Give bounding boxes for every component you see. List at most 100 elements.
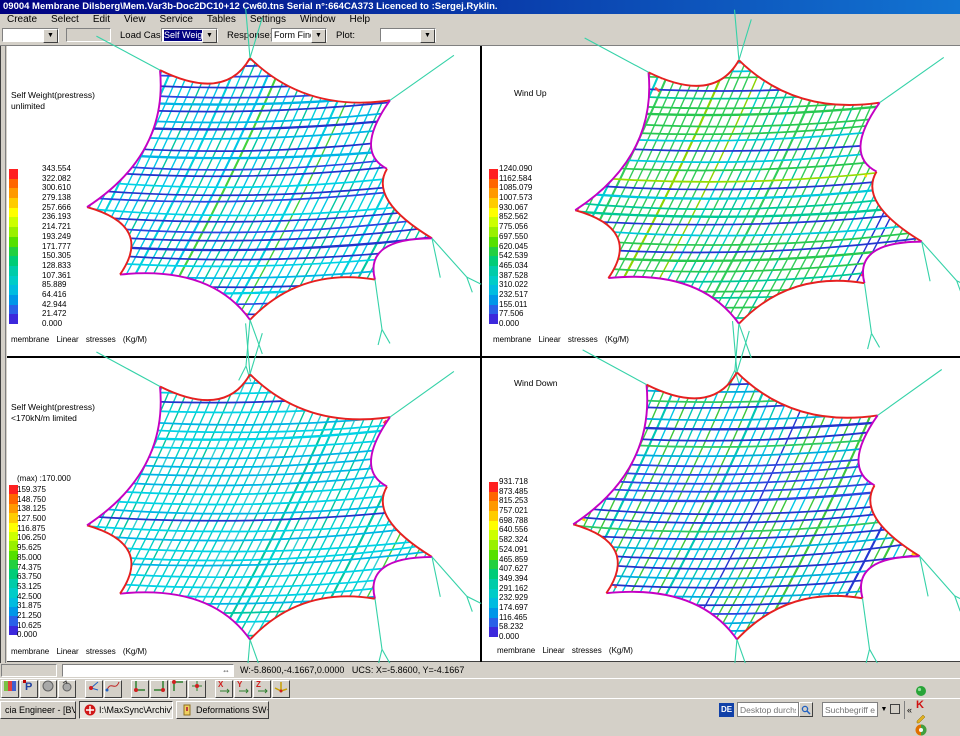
plot-label: Plot: [336, 30, 355, 41]
legend-value: 852.562 [499, 212, 532, 222]
legend-color-step [9, 305, 18, 315]
command-spin-icon[interactable]: ⇔ [220, 666, 232, 675]
legend-value: 0.000 [499, 319, 532, 329]
legend-value: 465.034 [499, 261, 532, 271]
legend-value: 155.011 [499, 300, 532, 310]
legend-value: 236.193 [42, 212, 71, 222]
legend-value: 193.249 [42, 232, 71, 242]
legend-color-step [9, 295, 18, 305]
legend-color-step [489, 521, 498, 531]
load-case-combobox[interactable]: Self Weight ▼ [161, 28, 218, 42]
view-x-icon: X [217, 679, 231, 698]
desktop-search-input[interactable] [737, 702, 799, 717]
response-label: Response: [227, 30, 272, 41]
plot-p-icon-button[interactable]: P [20, 680, 38, 698]
legend-value: 310.022 [499, 280, 532, 290]
menu-tables[interactable]: Tables [200, 14, 243, 26]
taskbar-button-2[interactable]: I:\MaxSync\Archiv\A... [79, 701, 173, 719]
legend-color-step [9, 314, 18, 324]
search-window-button[interactable] [890, 704, 900, 714]
tray-pencil-icon[interactable] [914, 710, 927, 723]
chevron-down-icon[interactable]: ▼ [420, 29, 435, 43]
shade-icon-button[interactable] [39, 680, 57, 698]
view-z-icon-button[interactable]: Z [253, 680, 271, 698]
tray-green-icon[interactable] [914, 684, 927, 697]
legend-color-step [489, 530, 498, 540]
menu-window[interactable]: Window [293, 14, 343, 26]
legend-max-note: (max) :170.000 [17, 474, 71, 483]
tray-k-icon[interactable]: K [914, 697, 927, 710]
membrane-mesh-plot [41, 48, 491, 340]
ucs-1-icon [133, 679, 147, 698]
axes-triad-icon-button[interactable] [272, 680, 290, 698]
panel-wind-down[interactable]: Wind Down 931.718873.485815.253757.02169… [483, 358, 960, 662]
explorer-red-icon [84, 704, 96, 716]
panel-self-weight-limited[interactable]: Self Weight(prestress)<170kN/m limited (… [7, 358, 479, 662]
menu-service[interactable]: Service [153, 14, 200, 26]
taskbar-button-label: I:\MaxSync\Archiv\A... [99, 702, 173, 718]
legend-color-step [489, 618, 498, 628]
legend-colorbar [489, 482, 498, 637]
legend-color-step [489, 482, 498, 492]
menu-edit[interactable]: Edit [86, 14, 117, 26]
legend-values: 931.718873.485815.253757.021698.788640.5… [499, 477, 528, 642]
legend-value: 138.125 [17, 504, 46, 514]
ucs-3-icon-button[interactable] [169, 680, 187, 698]
legend-value: 127.500 [17, 514, 46, 524]
legend-value: 640.556 [499, 525, 528, 535]
taskbar-button-1[interactable]: cia Engineer - [BV Dilsb... [0, 701, 76, 719]
panel-title: Wind Up [514, 88, 547, 99]
legend-value: 116.465 [499, 613, 528, 623]
tray-sphere-icon[interactable] [914, 723, 927, 736]
legend-color-step [489, 208, 498, 218]
legend-value: 106.250 [17, 533, 46, 543]
node-icon [87, 679, 101, 698]
svg-text:P: P [25, 681, 32, 693]
ucs-4-icon-button[interactable] [188, 680, 206, 698]
legend-value: 95.625 [17, 543, 46, 553]
ucs-1-icon-button[interactable] [131, 680, 149, 698]
response-combobox[interactable]: Form Find Respor ▼ [271, 28, 327, 42]
spline-icon-button[interactable] [104, 680, 122, 698]
command-input[interactable] [62, 664, 234, 677]
chevron-down-icon[interactable]: ▼ [879, 704, 889, 715]
render-icon-button[interactable] [1, 680, 19, 698]
legend-color-step [489, 608, 498, 618]
search-icon[interactable] [799, 702, 813, 717]
node-icon-button[interactable] [85, 680, 103, 698]
legend-value: 58.232 [499, 622, 528, 632]
ucs-2-icon-button[interactable] [150, 680, 168, 698]
search-term-input[interactable] [822, 702, 878, 717]
svg-text:X: X [218, 680, 224, 689]
chevron-down-icon[interactable]: ▼ [202, 29, 217, 43]
panel-self-weight-unlimited[interactable]: Self Weight(prestress)unlimited 343.5543… [7, 46, 479, 356]
menu-create[interactable]: Create [0, 14, 44, 26]
status-left-panel [1, 664, 57, 677]
language-indicator[interactable]: DE [719, 703, 734, 717]
menu-help[interactable]: Help [343, 14, 378, 26]
chevron-down-icon[interactable]: ▼ [43, 29, 58, 43]
legend-value: 232.517 [499, 290, 532, 300]
tray-expand-icon[interactable]: « [907, 701, 912, 719]
legend-color-step [9, 198, 18, 208]
taskbar-button-3[interactable]: Deformations SW+WUp... [176, 701, 269, 719]
plot-p-icon: P [22, 679, 36, 698]
view-y-icon-button[interactable]: Y [234, 680, 252, 698]
view-x-icon-button[interactable]: X [215, 680, 233, 698]
plot-combobox[interactable]: ▼ [380, 28, 436, 42]
deformations-doc-icon [181, 704, 193, 716]
legend-values: 159.375148.750138.125127.500116.875106.2… [17, 485, 46, 640]
panel-wind-up[interactable]: Wind Up 1240.0901162.5841085.0791007.573… [483, 46, 960, 356]
menu-settings[interactable]: Settings [243, 14, 293, 26]
legend-value: 53.125 [17, 582, 46, 592]
chevron-down-icon[interactable]: ▼ [311, 29, 326, 43]
legend-value: 931.718 [499, 477, 528, 487]
legend-color-step [489, 276, 498, 286]
menu-view[interactable]: View [117, 14, 153, 26]
axes-triad-icon [274, 679, 288, 698]
shade-rotate-icon-button[interactable] [58, 680, 76, 698]
legend-color-step [489, 589, 498, 599]
menu-select[interactable]: Select [44, 14, 86, 26]
panel-title: Self Weight(prestress)<170kN/m limited [11, 402, 95, 424]
quick-select-combobox[interactable]: ▼ [2, 28, 59, 42]
